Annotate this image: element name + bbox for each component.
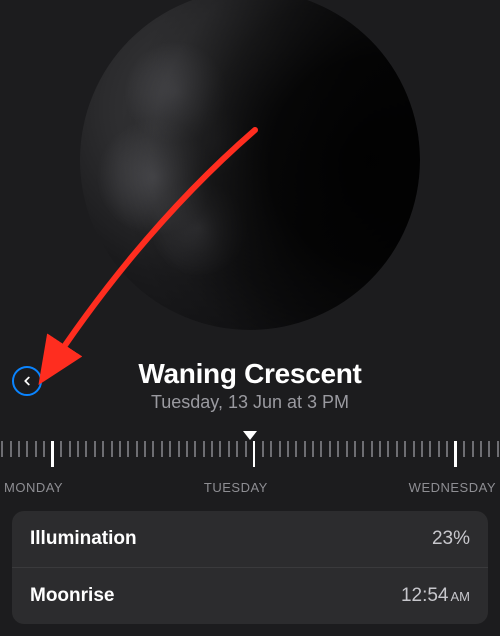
time-ruler[interactable]: MONDAY TUESDAY WEDNESDAY: [0, 431, 500, 495]
stat-label: Illumination: [30, 528, 137, 550]
chevron-left-icon: [20, 374, 34, 388]
ruler-ticks: [0, 441, 500, 469]
back-button[interactable]: [12, 366, 42, 396]
phase-subtitle: Tuesday, 13 Jun at 3 PM: [138, 392, 361, 413]
moon-illustration: [0, 0, 500, 330]
stat-value: 12:54AM: [401, 585, 470, 607]
ruler-indicator-icon: [243, 431, 257, 440]
ruler-label-center: TUESDAY: [204, 480, 268, 495]
moon-image: [80, 0, 420, 330]
stat-row-illumination: Illumination 23%: [12, 511, 488, 568]
stat-row-moonrise: Moonrise 12:54AM: [12, 568, 488, 624]
moon-stats-card: Illumination 23% Moonrise 12:54AM: [12, 511, 488, 624]
moonrise-time: 12:54: [401, 585, 449, 606]
ruler-label-left: MONDAY: [4, 480, 63, 495]
ruler-label-right: WEDNESDAY: [409, 480, 496, 495]
moonrise-ampm: AM: [451, 589, 471, 604]
phase-header: Waning Crescent Tuesday, 13 Jun at 3 PM: [0, 358, 500, 413]
phase-title: Waning Crescent: [138, 358, 361, 390]
stat-label: Moonrise: [30, 585, 114, 607]
ruler-labels: MONDAY TUESDAY WEDNESDAY: [0, 480, 500, 495]
stat-value: 23%: [432, 528, 470, 550]
